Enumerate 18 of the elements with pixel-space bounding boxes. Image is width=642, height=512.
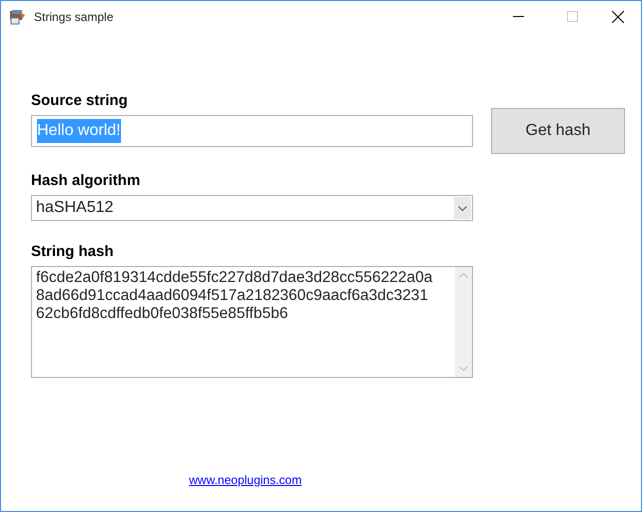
app-icon (9, 8, 26, 24)
field-label: Source string (31, 92, 129, 110)
hash-output-field[interactable]: f6cde2a0f819314cdde55fc227d8d7dae3d28cc556222a0a 8ad66d91ccad4aad6094f517a2182360c9aacf6a3dc3231 62cb6fd8cdffedb0fe038f55e85ffb5b6 (31, 266, 473, 378)
chevron-down-icon (458, 206, 467, 210)
scroll-up-icon[interactable] (459, 273, 468, 278)
close-icon[interactable] (612, 10, 624, 22)
text-line: 8ad66d91ccad4aad6094f517a2182360c9aacf6a3dc3231 (36, 287, 430, 305)
text-line: f6cde2a0f819314cdde55fc227d8d7dae3d28cc556222a0a (36, 269, 434, 287)
text-line: 62cb6fd8cdffedb0fe038f55e85ffb5b6 (36, 305, 289, 323)
scrollbar[interactable] (455, 267, 472, 377)
get-hash-button[interactable]: Get hash (491, 108, 625, 154)
field-label: Hash algorithm (31, 172, 142, 190)
dropdown[interactable]: haSHA512 (31, 195, 473, 221)
website-link[interactable]: www.neoplugins.com (189, 473, 302, 487)
window-title: Strings sample (34, 8, 114, 26)
field-label: String hash (31, 243, 115, 261)
maximize-icon[interactable] (566, 11, 578, 22)
scroll-down-icon[interactable] (459, 366, 468, 371)
